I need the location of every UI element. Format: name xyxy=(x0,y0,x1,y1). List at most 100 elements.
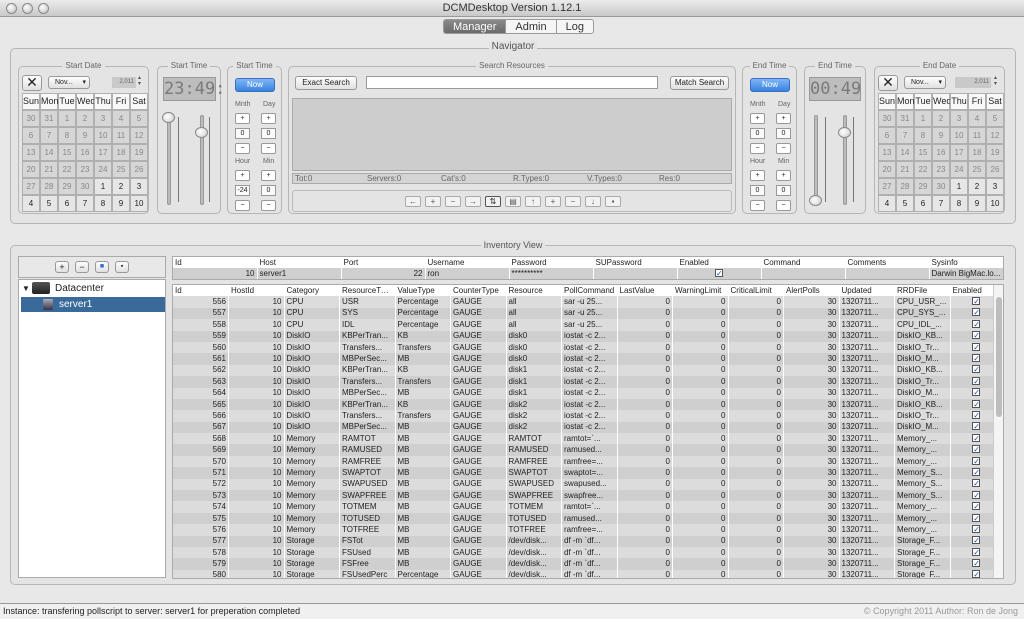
server-icon[interactable]: ■ xyxy=(95,261,109,273)
add-below-icon[interactable]: + xyxy=(545,196,561,207)
calendar-day[interactable]: 10 xyxy=(950,127,968,144)
calendar-day[interactable]: 30 xyxy=(932,178,950,195)
resource-column-header[interactable]: Resource xyxy=(506,285,562,297)
enabled-checkbox[interactable]: ✓ xyxy=(972,342,981,351)
host-column-header[interactable]: Id xyxy=(173,257,258,269)
calendar-day[interactable]: 1 xyxy=(950,178,968,195)
end-day-value[interactable]: 0 xyxy=(776,128,791,139)
arrow-up-icon[interactable]: ↑ xyxy=(525,196,541,207)
host-column-header[interactable]: Comments xyxy=(845,257,930,269)
table-row[interactable]: 579 10 Storage FSFree MB GAUGE/dev/disk... df … xyxy=(173,558,1003,570)
enabled-checkbox[interactable]: ✓ xyxy=(972,331,981,340)
end-day-plus[interactable]: + xyxy=(776,113,791,124)
start-day-plus[interactable]: + xyxy=(261,113,276,124)
start-time-slider-b-knob[interactable] xyxy=(195,127,208,138)
calendar-day[interactable]: 16 xyxy=(76,144,94,161)
start-hour-value[interactable]: -24 xyxy=(235,185,250,196)
calendar-day[interactable]: 9 xyxy=(932,127,950,144)
tab-admin[interactable]: Admin xyxy=(505,20,555,33)
end-mnth-value[interactable]: 0 xyxy=(750,128,765,139)
start-min-value[interactable]: 0 xyxy=(261,185,276,196)
calendar-day[interactable]: 9 xyxy=(968,195,986,212)
calendar-day[interactable]: 13 xyxy=(878,144,896,161)
calendar-day[interactable]: 8 xyxy=(950,195,968,212)
calendar-day[interactable]: 1 xyxy=(914,110,932,127)
calendar-day[interactable]: 3 xyxy=(950,110,968,127)
lock-icon[interactable]: ▪ xyxy=(605,196,621,207)
calendar-day[interactable]: 17 xyxy=(94,144,112,161)
match-search-button[interactable]: Match Search xyxy=(670,76,729,90)
calendar-day[interactable]: 6 xyxy=(22,127,40,144)
calendar-day[interactable]: 21 xyxy=(896,161,914,178)
tab-log[interactable]: Log xyxy=(555,20,593,33)
calendar-day[interactable]: 30 xyxy=(76,178,94,195)
start-hour-minus[interactable]: − xyxy=(235,200,250,211)
end-hour-minus[interactable]: − xyxy=(750,200,765,211)
calendar-day[interactable]: 28 xyxy=(40,178,58,195)
host-column-header[interactable]: Port xyxy=(341,257,426,269)
calendar-day[interactable]: 3 xyxy=(130,178,148,195)
calendar-day[interactable]: 2 xyxy=(76,110,94,127)
end-now-button[interactable]: Now xyxy=(750,78,790,92)
calendar-day[interactable]: 5 xyxy=(896,195,914,212)
calendar-day[interactable]: 9 xyxy=(112,195,130,212)
terminal-icon[interactable]: ▪ xyxy=(115,261,129,273)
enabled-checkbox[interactable]: ✓ xyxy=(972,456,981,465)
enabled-checkbox[interactable]: ✓ xyxy=(972,422,981,431)
calendar-day[interactable]: 2 xyxy=(932,110,950,127)
start-hour-plus[interactable]: + xyxy=(235,170,250,181)
calendar-day[interactable]: 22 xyxy=(58,161,76,178)
end-day-minus[interactable]: − xyxy=(776,143,791,154)
end-time-slider-b-knob[interactable] xyxy=(838,127,851,138)
start-min-minus[interactable]: − xyxy=(261,200,276,211)
resource-column-header[interactable]: RRDFile xyxy=(894,285,951,297)
host-enabled-cell[interactable]: ✓ xyxy=(677,268,762,279)
resource-table[interactable]: Id HostId Category ResourceType ValueType Cou… xyxy=(172,284,1004,579)
calendar-day[interactable]: 23 xyxy=(76,161,94,178)
tab-manager[interactable]: Manager xyxy=(444,20,506,33)
calendar-day[interactable]: 29 xyxy=(914,178,932,195)
start-time-slider-a[interactable] xyxy=(167,115,171,205)
table-row[interactable]: 560 10 DiskIO Transfers... Transfers GAUGE dis… xyxy=(173,341,1003,354)
table-row[interactable]: 568 10 Memory RAMTOT MB GAUGE RAMTOT ramtot=`..… xyxy=(173,433,1003,445)
enabled-checkbox[interactable]: ✓ xyxy=(972,410,981,419)
table-row[interactable]: 577 10 Storage FSTot MB GAUGE/dev/disk... df -… xyxy=(173,535,1003,547)
table-row[interactable]: 571 10 Memory SWAPTOT MB GAUGE SWAPTOT swaptot=… xyxy=(173,467,1003,479)
calendar-day[interactable]: 27 xyxy=(22,178,40,195)
start-day-minus[interactable]: − xyxy=(261,143,276,154)
start-year-stepper[interactable]: ▴ ▾ xyxy=(138,75,146,89)
calendar-day[interactable]: 7 xyxy=(76,195,94,212)
table-row[interactable]: 563 10 DiskIO Transfers... Transfers GAUGE dis… xyxy=(173,376,1003,388)
calendar-day[interactable]: 1 xyxy=(58,110,76,127)
calendar-day[interactable]: 19 xyxy=(986,144,1004,161)
start-year-field[interactable]: 2,011 xyxy=(112,77,136,88)
end-hour-value[interactable]: 0 xyxy=(750,185,765,196)
end-year-stepper[interactable]: ▴ ▾ xyxy=(994,75,1002,89)
table-row[interactable]: 569 10 Memory RAMUSED MB GAUGE RAMUSED ramused.… xyxy=(173,444,1003,456)
enabled-checkbox[interactable]: ✓ xyxy=(715,269,723,278)
calendar-day[interactable]: 11 xyxy=(112,127,130,144)
table-row[interactable]: 558 10 CPU IDL Percentage GAUGE all sar -u 25..… xyxy=(173,319,1003,331)
calendar-day[interactable]: 8 xyxy=(58,127,76,144)
host-column-header[interactable]: Username xyxy=(425,257,510,269)
table-row[interactable]: 567 10 DiskIO MBPerSec... MB GAUGE disk2 iostat… xyxy=(173,421,1003,434)
table-row[interactable]: 556 10 CPU USR Percentage GAUGE all sar -u 25..… xyxy=(173,296,1003,308)
arrow-down-icon[interactable]: ↓ xyxy=(585,196,601,207)
resource-column-header[interactable]: Category xyxy=(284,285,340,297)
enabled-checkbox[interactable]: ✓ xyxy=(972,445,981,454)
arrow-left-icon[interactable]: ← xyxy=(405,196,421,207)
remove-node-button[interactable]: − xyxy=(75,261,89,273)
enabled-checkbox[interactable]: ✓ xyxy=(972,570,981,578)
table-row[interactable]: 572 10 Memory SWAPUSED MB GAUGE SWAPUSED swapus… xyxy=(173,478,1003,491)
calendar-day[interactable]: 5 xyxy=(40,195,58,212)
tree-node-datacenter[interactable]: Datacenter xyxy=(55,283,104,294)
resource-column-header[interactable]: HostId xyxy=(228,285,285,297)
remove-icon[interactable]: − xyxy=(445,196,461,207)
calendar-day[interactable]: 31 xyxy=(40,110,58,127)
search-input[interactable] xyxy=(366,76,658,89)
host-row[interactable]: 10 server1 22 ron ********** ✓ Darwin Bi… xyxy=(173,268,1003,279)
calendar-day[interactable]: 3 xyxy=(986,178,1004,195)
resource-table-scrollbar[interactable] xyxy=(993,285,1003,578)
host-column-header[interactable]: Enabled xyxy=(677,257,762,269)
enabled-checkbox[interactable]: ✓ xyxy=(972,559,981,568)
